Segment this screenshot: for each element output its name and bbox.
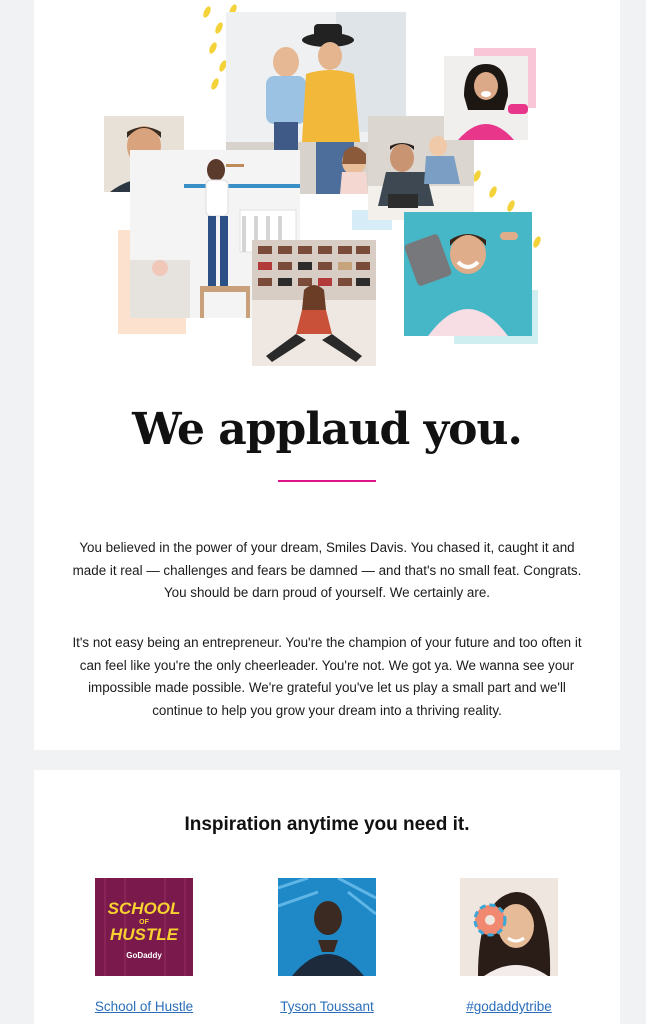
tile-art-line-3: HUSTLE [110, 925, 179, 944]
headline: We applaud you. [132, 404, 523, 455]
photo-collage [34, 0, 620, 380]
photo-man-with-laptop [404, 212, 532, 336]
body-paragraph: It's not easy being an entrepreneur. You… [72, 635, 582, 718]
school-of-hustle-link[interactable]: School of Hustle [59, 999, 229, 1014]
inspiration-title: Inspiration anytime you need it. [184, 814, 470, 835]
intro-paragraph: You believed in the power of your dream,… [72, 540, 582, 601]
hero-card: We applaud you. You believed in the powe… [34, 0, 620, 750]
headline-divider [278, 480, 376, 482]
photo-woman-pink-jacket [444, 56, 528, 140]
tyson-toussant-link[interactable]: Tyson Toussant [242, 999, 412, 1014]
tile-art-line-1: SCHOOL [108, 899, 181, 918]
godaddytribe-thumbnail[interactable] [460, 878, 558, 976]
tile-art-brand: GoDaddy [126, 951, 162, 960]
school-of-hustle-thumbnail[interactable]: SCHOOL OF HUSTLE GoDaddy [95, 878, 193, 976]
inspiration-card: Inspiration anytime you need it. SCHOOL … [34, 770, 620, 1024]
photo-woman-with-shoes [252, 240, 376, 366]
godaddytribe-link[interactable]: #godaddytribe [424, 999, 594, 1014]
tyson-toussant-thumbnail[interactable] [278, 878, 376, 976]
